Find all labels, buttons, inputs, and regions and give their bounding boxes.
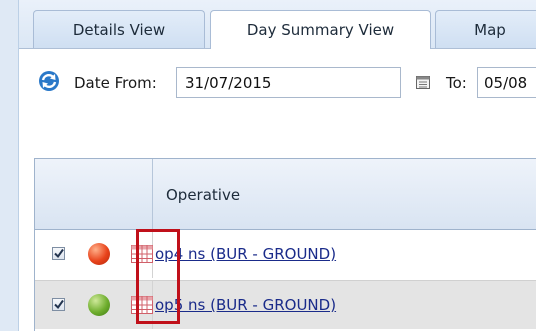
- operatives-grid: Operative op4 ns (BUR - GROUND) op5 ns (…: [34, 158, 536, 331]
- date-from-input[interactable]: [176, 67, 401, 98]
- checkmark-icon: [54, 299, 64, 310]
- tab-details-view[interactable]: Details View: [33, 10, 205, 48]
- tab-bar: Details View Day Summary View Map: [19, 0, 536, 49]
- date-to-input[interactable]: [477, 67, 536, 98]
- operative-link[interactable]: op4 ns (BUR - GROUND): [155, 245, 336, 263]
- table-row[interactable]: op5 ns (BUR - GROUND): [35, 280, 536, 329]
- column-header-operative[interactable]: Operative: [166, 186, 240, 204]
- highlight-annotation-box: [136, 229, 180, 324]
- table-row[interactable]: op4 ns (BUR - GROUND): [35, 230, 536, 278]
- refresh-icon[interactable]: [38, 70, 60, 92]
- main-content: Details View Day Summary View Map Date F…: [19, 0, 536, 331]
- grid-header: Operative: [35, 159, 536, 230]
- status-indicator-red: [88, 243, 110, 265]
- left-panel-strip: [0, 0, 19, 331]
- calendar-icon[interactable]: [416, 75, 430, 89]
- status-indicator-green: [88, 294, 110, 316]
- tab-day-summary-view[interactable]: Day Summary View: [210, 10, 431, 49]
- row-checkbox[interactable]: [52, 247, 65, 260]
- row-checkbox[interactable]: [52, 298, 65, 311]
- operative-link[interactable]: op5 ns (BUR - GROUND): [155, 296, 336, 314]
- date-filter-bar: Date From: To:: [19, 56, 536, 106]
- column-divider: [152, 159, 153, 229]
- date-to-label: To:: [446, 74, 467, 92]
- checkmark-icon: [54, 248, 64, 259]
- date-from-label: Date From:: [74, 74, 157, 92]
- tab-map[interactable]: Map: [435, 10, 536, 48]
